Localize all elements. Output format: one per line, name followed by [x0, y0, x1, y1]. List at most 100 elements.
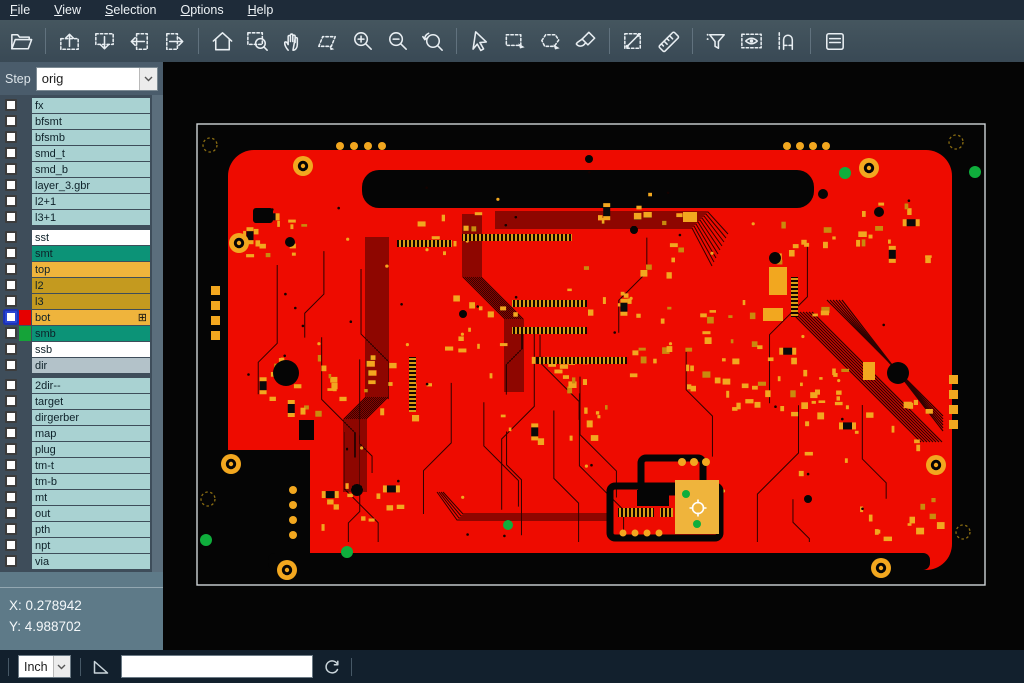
layer-name-label[interactable]: dir: [32, 358, 150, 373]
layer-row-tm-b[interactable]: tm-b: [3, 474, 150, 489]
layer-row-pth[interactable]: pth: [3, 522, 150, 537]
layer-visibility-checkbox[interactable]: [5, 343, 17, 355]
layer-row-2dir--[interactable]: 2dir--: [3, 378, 150, 393]
chevron-down-icon[interactable]: [139, 68, 157, 90]
layer-name-label[interactable]: plug: [32, 442, 150, 457]
layer-name-label[interactable]: l2: [32, 278, 150, 293]
layer-name-label[interactable]: smd_b: [32, 162, 150, 177]
layer-row-smd_b[interactable]: smd_b: [3, 162, 150, 177]
layer-visibility-checkbox[interactable]: [5, 475, 17, 487]
layer-name-label[interactable]: l3+1: [32, 210, 150, 225]
layer-name-label[interactable]: smb: [32, 326, 150, 341]
menu-options[interactable]: Options: [180, 3, 223, 17]
layer-visibility-checkbox[interactable]: [5, 279, 17, 291]
layer-name-label[interactable]: map: [32, 426, 150, 441]
measure-ruler-button[interactable]: [651, 23, 686, 59]
menu-file[interactable]: File: [10, 3, 30, 17]
layer-row-ssb[interactable]: ssb: [3, 342, 150, 357]
layer-name-label[interactable]: dirgerber: [32, 410, 150, 425]
layer-visibility-checkbox[interactable]: [5, 379, 17, 391]
layer-visibility-checkbox[interactable]: [5, 115, 17, 127]
layer-visibility-checkbox[interactable]: [5, 295, 17, 307]
layer-color-swatch[interactable]: [19, 326, 31, 341]
layer-visibility-checkbox[interactable]: [5, 491, 17, 503]
layer-row-dirgerber[interactable]: dirgerber: [3, 410, 150, 425]
layer-list-scrollbar[interactable]: [152, 95, 163, 572]
layer-row-bot[interactable]: bot⊞: [3, 310, 150, 325]
layer-name-label[interactable]: l2+1: [32, 194, 150, 209]
layer-name-label[interactable]: layer_3.gbr: [32, 178, 150, 193]
menu-view[interactable]: View: [54, 3, 81, 17]
layer-row-fx[interactable]: fx: [3, 98, 150, 113]
select-polygon-button[interactable]: [533, 23, 568, 59]
layer-name-label[interactable]: bfsmb: [32, 130, 150, 145]
measurement-input[interactable]: [121, 655, 313, 678]
layer-visibility-checkbox[interactable]: [5, 211, 17, 223]
layer-color-swatch[interactable]: [19, 310, 31, 325]
layer-name-label[interactable]: tm-b: [32, 474, 150, 489]
home-view-button[interactable]: [205, 23, 240, 59]
layer-visibility-checkbox[interactable]: [5, 247, 17, 259]
layer-row-l2+1[interactable]: l2+1: [3, 194, 150, 209]
layer-name-label[interactable]: bot⊞: [32, 310, 150, 325]
layer-visibility-checkbox[interactable]: [5, 427, 17, 439]
layer-visibility-checkbox[interactable]: [5, 163, 17, 175]
zoom-out-button[interactable]: [380, 23, 415, 59]
layer-visibility-checkbox[interactable]: [5, 131, 17, 143]
snap-button[interactable]: [769, 23, 804, 59]
layer-visibility-checkbox[interactable]: [5, 195, 17, 207]
measure-angle-icon[interactable]: [90, 656, 112, 678]
layer-visibility-checkbox[interactable]: [5, 327, 17, 339]
layer-row-smt[interactable]: smt: [3, 246, 150, 261]
layer-name-label[interactable]: out: [32, 506, 150, 521]
layer-visibility-checkbox[interactable]: [5, 311, 17, 323]
pan-button[interactable]: [275, 23, 310, 59]
layer-name-label[interactable]: fx: [32, 98, 150, 113]
layer-row-via[interactable]: via: [3, 554, 150, 569]
layer-name-label[interactable]: ssb: [32, 342, 150, 357]
layer-name-label[interactable]: tm-t: [32, 458, 150, 473]
menu-selection[interactable]: Selection: [105, 3, 156, 17]
move-view-down-button[interactable]: [87, 23, 122, 59]
layer-name-label[interactable]: smt: [32, 246, 150, 261]
layer-row-l3[interactable]: l3: [3, 294, 150, 309]
pcb-canvas[interactable]: [163, 62, 1024, 650]
layer-name-label[interactable]: mt: [32, 490, 150, 505]
layer-row-top[interactable]: top: [3, 262, 150, 277]
layer-row-tm-t[interactable]: tm-t: [3, 458, 150, 473]
zoom-in-button[interactable]: [345, 23, 380, 59]
log-panel-button[interactable]: [817, 23, 852, 59]
select-rectangle-button[interactable]: [498, 23, 533, 59]
zoom-previous-button[interactable]: [415, 23, 450, 59]
layer-visibility-checkbox[interactable]: [5, 99, 17, 111]
layer-name-label[interactable]: 2dir--: [32, 378, 150, 393]
layer-row-smb[interactable]: smb: [3, 326, 150, 341]
filter-button[interactable]: [699, 23, 734, 59]
move-view-left-button[interactable]: [122, 23, 157, 59]
measure-line-button[interactable]: [616, 23, 651, 59]
layer-row-l2[interactable]: l2: [3, 278, 150, 293]
layer-row-layer_3.gbr[interactable]: layer_3.gbr: [3, 178, 150, 193]
refresh-icon[interactable]: [322, 657, 342, 677]
layer-row-npt[interactable]: npt: [3, 538, 150, 553]
layer-row-dir[interactable]: dir: [3, 358, 150, 373]
open-file-button[interactable]: [4, 23, 39, 59]
layer-name-label[interactable]: target: [32, 394, 150, 409]
layer-name-label[interactable]: npt: [32, 538, 150, 553]
layer-row-map[interactable]: map: [3, 426, 150, 441]
layer-visibility-checkbox[interactable]: [5, 555, 17, 567]
select-button[interactable]: [463, 23, 498, 59]
layer-row-target[interactable]: target: [3, 394, 150, 409]
layer-row-out[interactable]: out: [3, 506, 150, 521]
layer-row-mt[interactable]: mt: [3, 490, 150, 505]
layer-visibility-checkbox[interactable]: [5, 179, 17, 191]
layer-name-label[interactable]: bfsmt: [32, 114, 150, 129]
layer-visibility-checkbox[interactable]: [5, 147, 17, 159]
layer-visibility-checkbox[interactable]: [5, 539, 17, 551]
unit-dropdown[interactable]: Inch: [18, 655, 71, 678]
layer-visibility-checkbox[interactable]: [5, 443, 17, 455]
move-view-right-button[interactable]: [157, 23, 192, 59]
layer-row-plug[interactable]: plug: [3, 442, 150, 457]
layer-visibility-checkbox[interactable]: [5, 231, 17, 243]
layer-visibility-checkbox[interactable]: [5, 459, 17, 471]
